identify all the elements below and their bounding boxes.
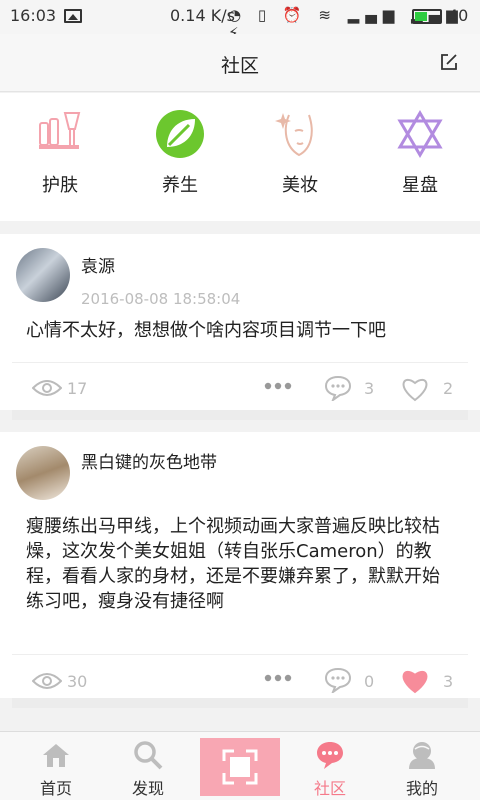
divider bbox=[12, 654, 468, 655]
like-count: 2 bbox=[443, 379, 454, 398]
category-makeup[interactable]: 美妆 bbox=[240, 109, 360, 197]
category-row: 护肤 养生 美妆 星盘 bbox=[0, 93, 480, 221]
title-bar: 社区 bbox=[0, 34, 480, 92]
network-speed: 0.14 K/s bbox=[170, 6, 235, 25]
page-title: 社区 bbox=[220, 55, 259, 77]
tab-home[interactable]: 首页 bbox=[8, 732, 104, 800]
eye-icon bbox=[32, 673, 62, 689]
post-content[interactable]: 心情不太好，想想做个啥内容项目调节一下吧 bbox=[26, 318, 456, 343]
category-label: 养生 bbox=[162, 175, 198, 196]
tab-label: 我的 bbox=[405, 779, 438, 798]
status-time: 16:03 bbox=[10, 6, 57, 25]
search-icon bbox=[134, 741, 163, 770]
compose-icon[interactable] bbox=[440, 53, 458, 71]
post-card[interactable]: 袁源 2016-08-08 18:58:04 心情不太好，想想做个啥内容项目调节… bbox=[0, 234, 480, 410]
tab-profile[interactable]: 我的 bbox=[374, 732, 470, 800]
tab-label: 发现 bbox=[131, 779, 164, 798]
comment-icon[interactable] bbox=[324, 667, 352, 693]
home-icon bbox=[43, 744, 69, 767]
avatar[interactable] bbox=[16, 248, 70, 302]
section-separator bbox=[12, 698, 468, 708]
category-astrology[interactable]: 星盘 bbox=[360, 109, 480, 197]
category-wellness[interactable]: 养生 bbox=[120, 109, 240, 197]
category-label: 星盘 bbox=[402, 175, 438, 196]
face-icon bbox=[275, 113, 313, 157]
star-of-david-icon bbox=[397, 110, 443, 158]
category-skincare[interactable]: 护肤 bbox=[0, 109, 120, 197]
chat-icon bbox=[317, 742, 343, 769]
status-bar: 16:03 0.14 K/s ◔ ▯ ⏰ ≋ ▂▄▆ ▂▄▆ ⚡ 40 bbox=[0, 0, 480, 42]
battery-icon bbox=[412, 9, 442, 24]
scan-icon bbox=[222, 749, 258, 785]
like-count: 3 bbox=[443, 672, 454, 691]
tab-label: 社区 bbox=[313, 779, 346, 798]
post-card[interactable]: 黑白键的灰色地带 瘦腰练出马甲线，上个视频动画大家普遍反映比较枯燥，这次发个美女… bbox=[0, 432, 480, 698]
gallery-notification-icon bbox=[64, 9, 82, 23]
post-author[interactable]: 袁源 bbox=[81, 252, 115, 277]
battery-percent: 40 bbox=[448, 6, 469, 25]
avatar[interactable] bbox=[16, 446, 70, 500]
section-separator bbox=[12, 410, 468, 420]
scan-button[interactable] bbox=[200, 738, 280, 796]
tab-label: 首页 bbox=[39, 779, 72, 798]
post-content[interactable]: 瘦腰练出马甲线，上个视频动画大家普遍反映比较枯燥，这次发个美女姐姐（转自张乐Ca… bbox=[26, 514, 456, 614]
category-label: 美妆 bbox=[282, 175, 318, 196]
view-count: 17 bbox=[67, 379, 88, 398]
eye-icon bbox=[32, 380, 62, 396]
profile-icon bbox=[409, 742, 435, 769]
comment-count: 0 bbox=[364, 672, 375, 691]
post-author[interactable]: 黑白键的灰色地带 bbox=[81, 448, 217, 473]
view-count: 30 bbox=[67, 672, 88, 691]
tab-community[interactable]: 社区 bbox=[282, 732, 378, 800]
category-label: 护肤 bbox=[42, 175, 78, 196]
leaf-icon bbox=[156, 110, 204, 158]
heart-filled-icon[interactable] bbox=[400, 668, 430, 694]
more-icon[interactable] bbox=[264, 382, 292, 390]
bottom-nav: 首页 发现 社区 我的 bbox=[0, 731, 480, 800]
heart-icon[interactable] bbox=[400, 376, 430, 402]
more-icon[interactable] bbox=[264, 674, 292, 682]
post-date: 2016-08-08 18:58:04 bbox=[81, 290, 241, 308]
divider bbox=[12, 362, 468, 363]
comment-icon[interactable] bbox=[324, 375, 352, 401]
comment-count: 3 bbox=[364, 379, 375, 398]
makeup-brush-icon bbox=[39, 112, 81, 149]
tab-discover[interactable]: 发现 bbox=[100, 732, 196, 800]
